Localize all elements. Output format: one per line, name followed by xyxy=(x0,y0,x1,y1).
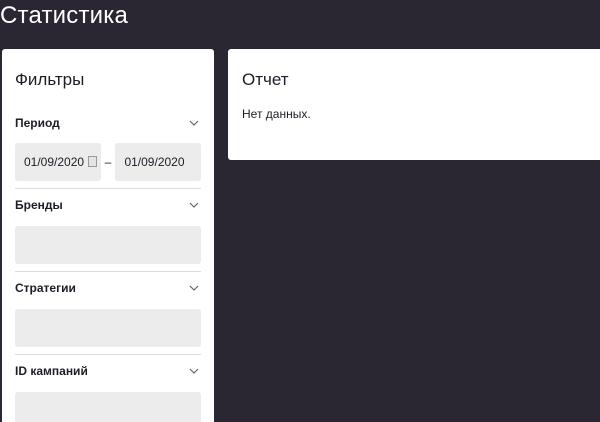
strategies-header[interactable]: Стратегии xyxy=(15,275,201,301)
campaign-ids-input[interactable] xyxy=(15,392,201,422)
strategies-input[interactable] xyxy=(15,309,201,347)
strategies-label: Стратегии xyxy=(15,281,76,295)
chevron-down-icon[interactable] xyxy=(187,116,201,130)
report-title: Отчет xyxy=(242,70,289,89)
report-empty-message: Нет данных. xyxy=(242,107,311,121)
chevron-down-icon[interactable] xyxy=(187,198,201,212)
filters-panel: Фильтры Период 01/09/2020 – 01/09/2020 Б… xyxy=(2,49,214,422)
report-panel: Отчет Нет данных. xyxy=(228,49,600,160)
brands-label: Бренды xyxy=(15,198,63,212)
divider xyxy=(15,271,201,272)
campaign-ids-label: ID кампаний xyxy=(15,364,88,378)
period-header[interactable]: Период xyxy=(15,110,201,136)
filter-section-brands: Бренды xyxy=(15,192,201,272)
divider xyxy=(15,354,201,355)
calendar-icon[interactable] xyxy=(88,156,97,167)
brands-input[interactable] xyxy=(15,226,201,264)
page-title: Статистика xyxy=(0,2,129,29)
statistics-page: Статистика Фильтры Период 01/09/2020 – 0… xyxy=(0,0,600,422)
filter-section-campaign-ids: ID кампаний xyxy=(15,358,201,422)
date-to-input[interactable]: 01/09/2020 xyxy=(115,143,201,181)
date-from-input[interactable]: 01/09/2020 xyxy=(15,143,101,181)
campaign-ids-header[interactable]: ID кампаний xyxy=(15,358,201,384)
filters-title: Фильтры xyxy=(15,70,85,89)
date-from-value: 01/09/2020 xyxy=(24,155,85,169)
divider xyxy=(15,188,201,189)
brands-header[interactable]: Бренды xyxy=(15,192,201,218)
chevron-down-icon[interactable] xyxy=(187,281,201,295)
filter-section-strategies: Стратегии xyxy=(15,275,201,355)
date-to-value: 01/09/2020 xyxy=(124,155,185,169)
period-label: Период xyxy=(15,116,60,130)
filter-section-period: Период 01/09/2020 – 01/09/2020 xyxy=(15,110,201,189)
date-separator: – xyxy=(104,155,112,169)
chevron-down-icon[interactable] xyxy=(187,364,201,378)
